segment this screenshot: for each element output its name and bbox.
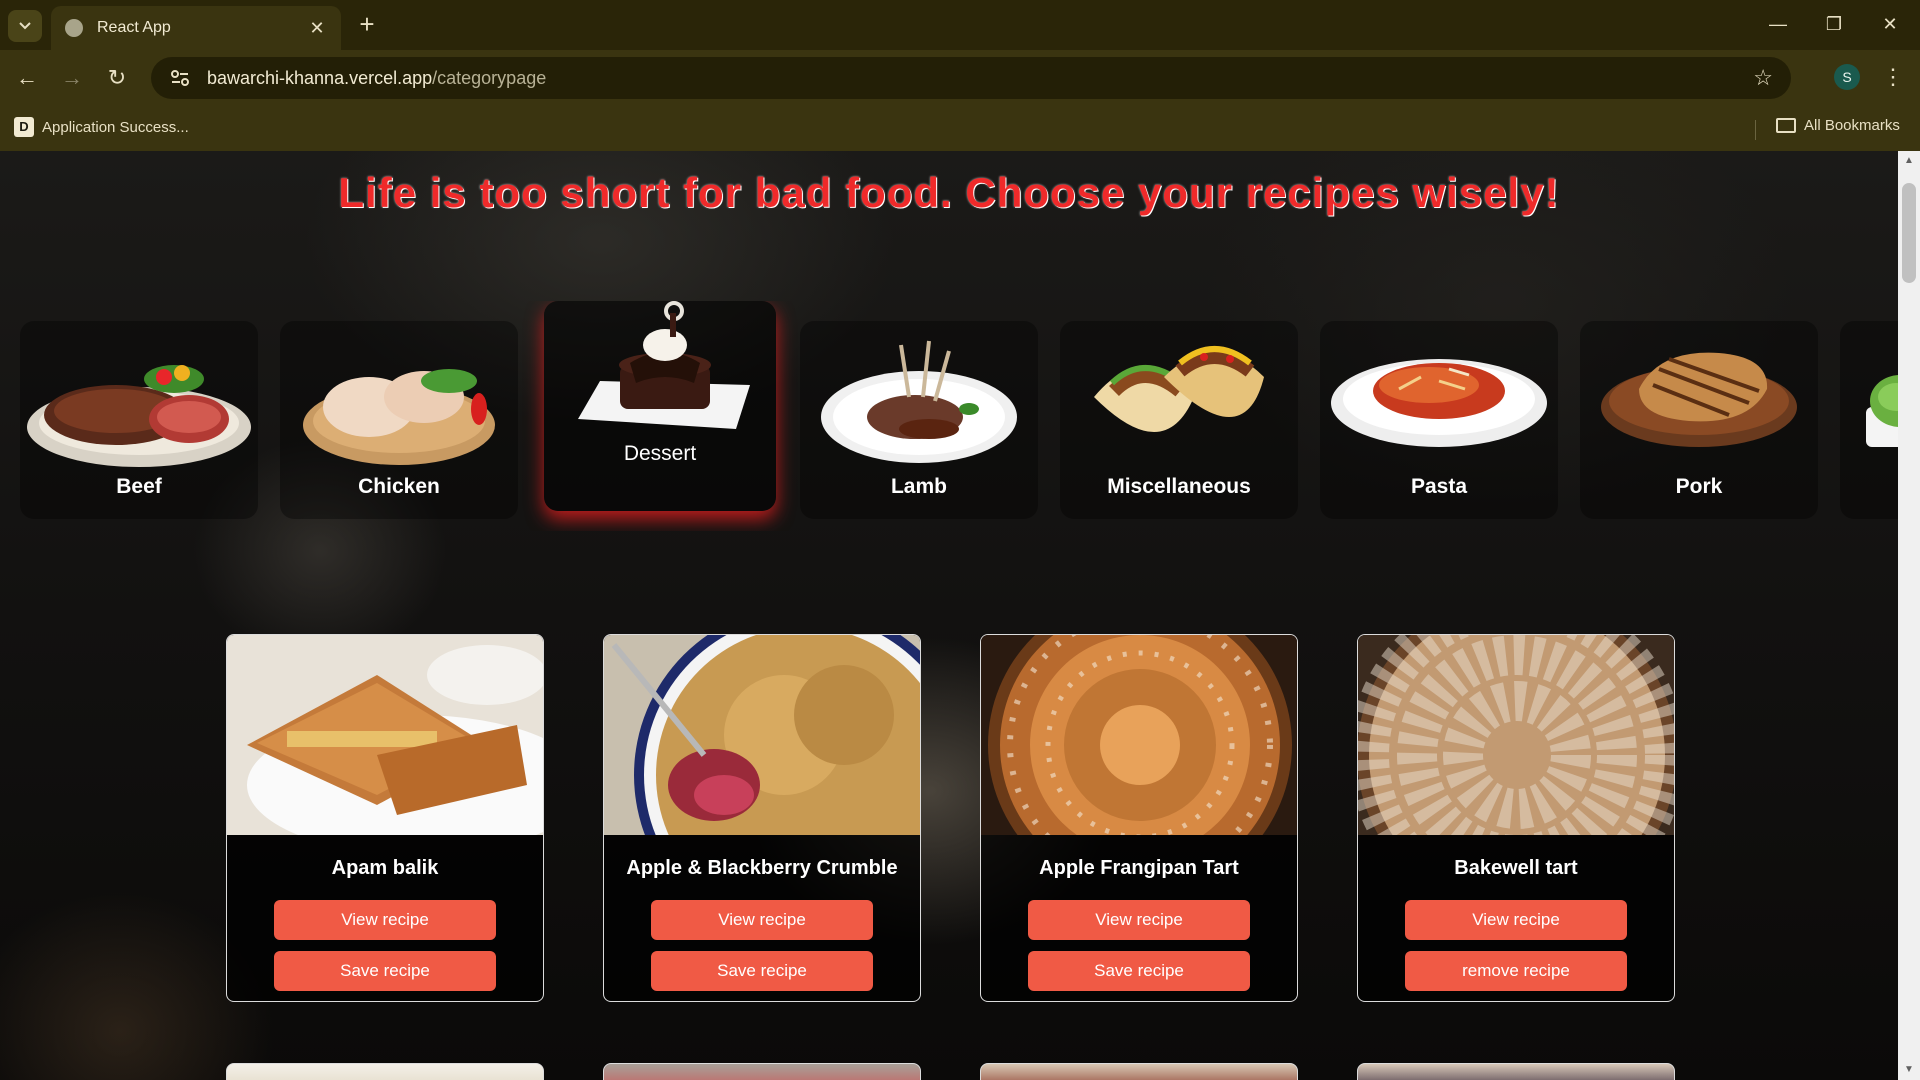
tab-search-button[interactable]: [8, 10, 42, 42]
recipe-card-bakewell-tart: Bakewell tart View recipe remove recipe: [1357, 634, 1675, 1002]
recipe-card-apple-frangipan-tart: Apple Frangipan Tart View recipe Save re…: [980, 634, 1298, 1002]
forward-icon[interactable]: →: [55, 61, 89, 95]
browser-chrome: React App ✕ + — ❐ ✕ ← → ↻ bawarchi-khann…: [0, 0, 1920, 151]
category-dessert[interactable]: Dessert: [544, 301, 776, 511]
chicken-legs-image: [303, 369, 495, 465]
folder-icon: [1776, 118, 1796, 133]
url-host: bawarchi-khanna.vercel.app: [207, 67, 433, 88]
close-window-icon[interactable]: ✕: [1866, 8, 1914, 40]
recipe-photo: [227, 635, 543, 835]
all-bookmarks-button[interactable]: All Bookmarks: [1776, 117, 1900, 134]
globe-icon: [65, 19, 83, 37]
recipe-photo: [981, 635, 1297, 835]
bookmark-star-icon[interactable]: ☆: [1753, 65, 1773, 91]
reload-icon[interactable]: ↻: [100, 61, 134, 95]
view-recipe-button[interactable]: View recipe: [1028, 900, 1250, 940]
scroll-up-icon[interactable]: ▲: [1898, 151, 1920, 171]
category-pork[interactable]: Pork: [1580, 321, 1818, 519]
category-pasta[interactable]: Pasta: [1320, 321, 1558, 519]
bookmark-application-success[interactable]: D Application Success...: [14, 117, 189, 137]
recipe-photo: [1358, 635, 1674, 835]
page-viewport: Life is too short for bad food. Choose y…: [0, 151, 1920, 1080]
category-beef[interactable]: Beef: [20, 321, 258, 519]
lamb-chops-image: [821, 340, 1017, 463]
category-label: Chicken: [358, 475, 440, 498]
beef-steak-image: [27, 365, 251, 467]
close-tab-icon[interactable]: ✕: [307, 18, 327, 39]
chevron-down-icon: [19, 22, 31, 30]
bookmark-label: Application Success...: [42, 118, 189, 136]
category-next-partial[interactable]: [1840, 321, 1898, 519]
bookmark-favicon: D: [14, 117, 34, 137]
save-recipe-button[interactable]: Save recipe: [274, 951, 496, 991]
tab-strip: React App ✕ + — ❐ ✕: [0, 0, 1920, 50]
view-recipe-button[interactable]: View recipe: [651, 900, 873, 940]
bookmarks-bar: D Application Success... All Bookmarks: [0, 108, 1920, 151]
category-miscellaneous[interactable]: Miscellaneous: [1060, 321, 1298, 519]
save-recipe-button[interactable]: Save recipe: [1028, 951, 1250, 991]
recipe-name: Bakewell tart: [1454, 857, 1578, 879]
recipe-photo: [604, 635, 920, 835]
recipe-card-apple-blackberry-crumble: Apple & Blackberry Crumble View recipe S…: [603, 634, 921, 1002]
page-scrollbar[interactable]: ▲ ▼: [1898, 151, 1920, 1080]
site-settings-icon[interactable]: [169, 67, 191, 89]
recipe-card-next-row: [1357, 1063, 1675, 1080]
view-recipe-button[interactable]: View recipe: [274, 900, 496, 940]
url-path: /categorypage: [432, 67, 547, 88]
salad-image: [1866, 375, 1898, 447]
new-tab-button[interactable]: +: [352, 10, 382, 40]
recipe-card-next-row: [603, 1063, 921, 1080]
scrollbar-thumb[interactable]: [1902, 183, 1916, 283]
view-recipe-button[interactable]: View recipe: [1405, 900, 1627, 940]
recipe-card-next-row: [980, 1063, 1298, 1080]
recipe-name: Apam balik: [331, 857, 439, 879]
category-chicken[interactable]: Chicken: [280, 321, 518, 519]
recipe-card-apam-balik: Apam balik View recipe Save recipe: [226, 634, 544, 1002]
browser-toolbar: ← → ↻ bawarchi-khanna.vercel.app/categor…: [0, 50, 1920, 108]
category-label: Pork: [1675, 475, 1723, 498]
pasta-image: [1331, 359, 1547, 447]
tab-title: React App: [97, 19, 171, 36]
pork-chop-image: [1601, 352, 1797, 447]
address-bar[interactable]: bawarchi-khanna.vercel.app/categorypage …: [151, 57, 1791, 99]
bookmarks-divider: [1755, 120, 1756, 140]
recipe-name: Apple & Blackberry Crumble: [626, 857, 898, 879]
minimize-icon[interactable]: —: [1754, 8, 1802, 40]
page-headline: Life is too short for bad food. Choose y…: [338, 169, 1560, 216]
all-bookmarks-label: All Bookmarks: [1804, 117, 1900, 134]
save-recipe-button[interactable]: Save recipe: [651, 951, 873, 991]
category-carousel: Beef Chicken Dessert Lamb Miscellaneous …: [0, 301, 1898, 531]
tab-react-app[interactable]: React App ✕: [51, 6, 341, 50]
recipe-card-next-row: [226, 1063, 544, 1080]
category-label: Pasta: [1410, 475, 1468, 498]
dessert-cake-image: [578, 301, 750, 429]
restore-icon[interactable]: ❐: [1810, 8, 1858, 40]
tacos-image: [1094, 346, 1264, 432]
category-label: Beef: [116, 475, 162, 498]
back-icon[interactable]: ←: [10, 61, 44, 95]
category-label: Lamb: [890, 475, 947, 498]
remove-recipe-button[interactable]: remove recipe: [1405, 951, 1627, 991]
category-lamb[interactable]: Lamb: [800, 321, 1038, 519]
category-label: Dessert: [623, 442, 697, 465]
url-text: bawarchi-khanna.vercel.app/categorypage: [207, 68, 1753, 89]
recipe-name: Apple Frangipan Tart: [1039, 857, 1239, 879]
scroll-down-icon[interactable]: ▼: [1898, 1060, 1920, 1080]
profile-avatar[interactable]: S: [1834, 64, 1860, 90]
category-label: Miscellaneous: [1107, 475, 1251, 498]
browser-menu-icon[interactable]: ⋮: [1878, 60, 1908, 94]
